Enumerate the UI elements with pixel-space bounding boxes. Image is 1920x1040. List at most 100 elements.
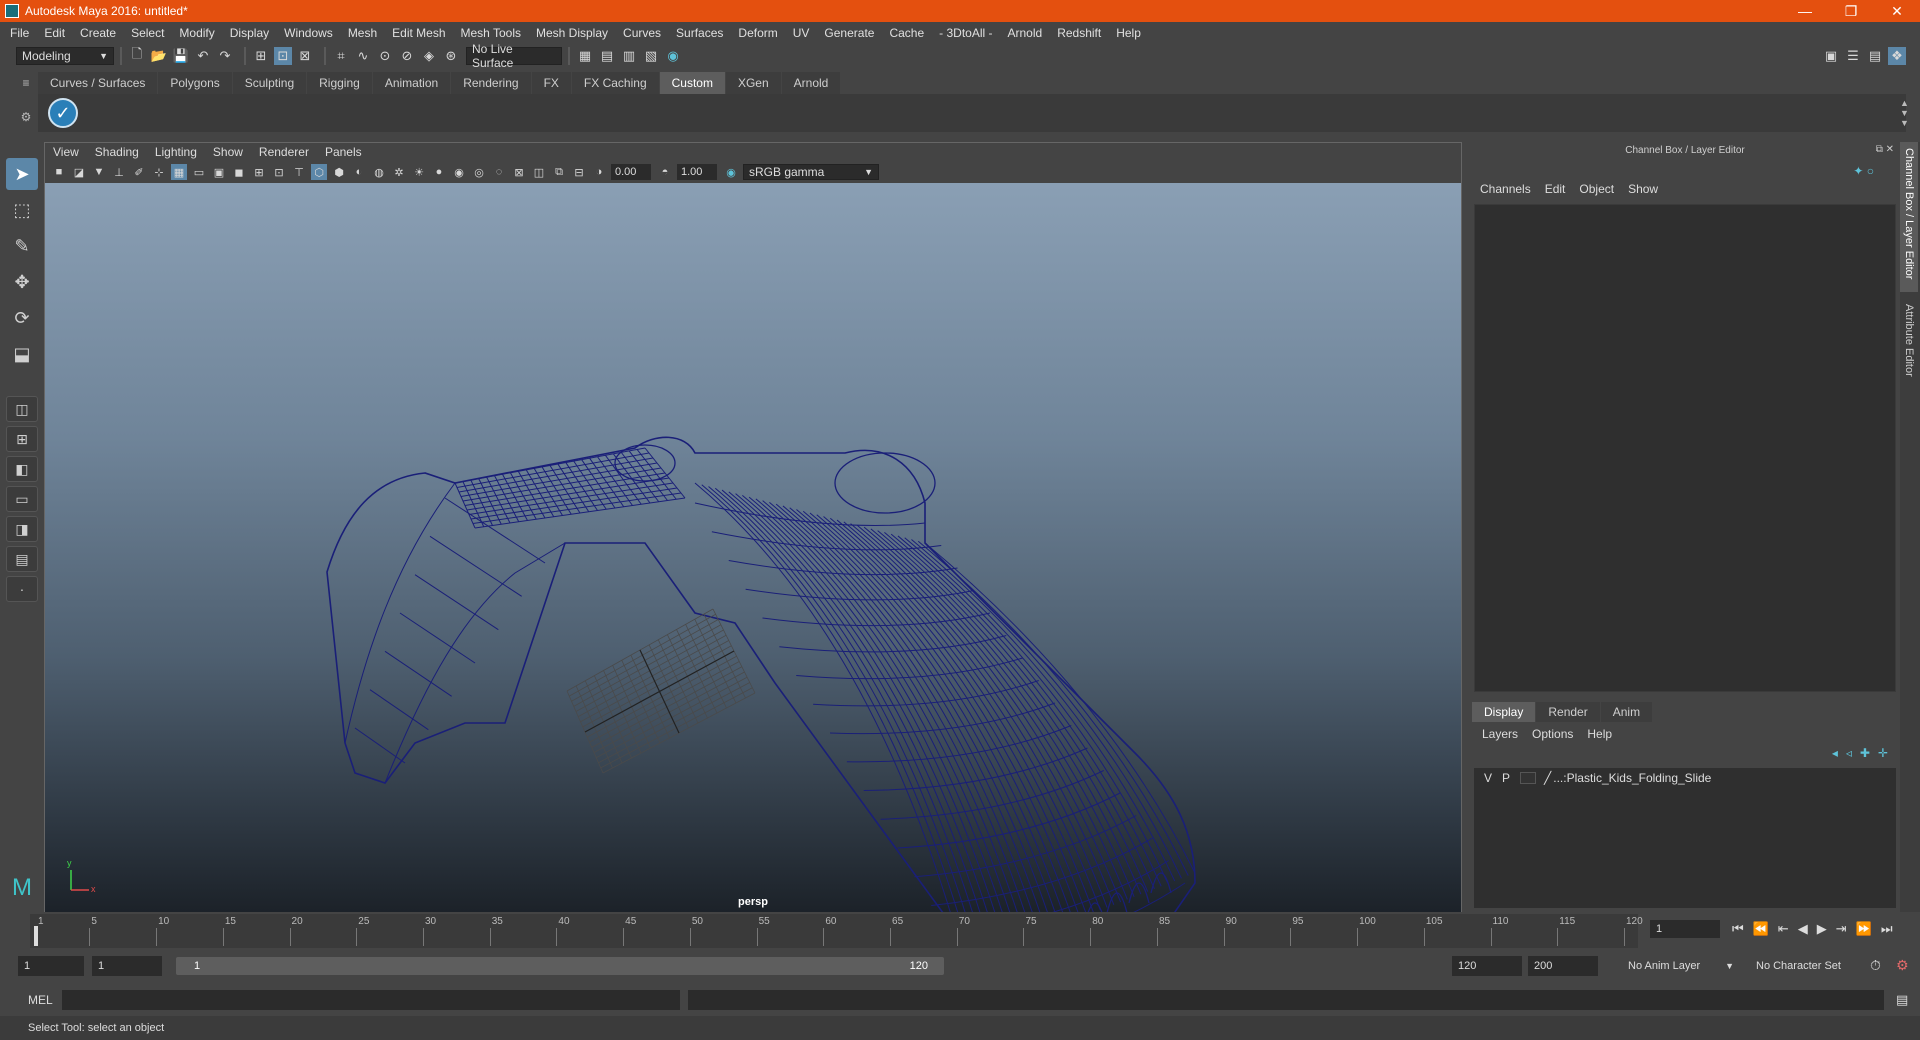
menu-cache[interactable]: Cache [889, 26, 924, 40]
go-to-start-icon[interactable]: ⏮ [1732, 921, 1744, 937]
color-space-dropdown[interactable]: sRGB gamma ▼ [743, 164, 879, 180]
menu-arnold[interactable]: Arnold [1008, 26, 1043, 40]
shelf-menu-icon[interactable]: ≡ [16, 76, 36, 90]
menu-select[interactable]: Select [131, 26, 164, 40]
anim-layer-dropdown[interactable]: No Anim Layer ▼ [1622, 956, 1738, 976]
wireframe-shading-icon[interactable]: ⬡ [311, 164, 327, 180]
live-surface-icon[interactable]: ⊛ [442, 47, 460, 65]
select-component-icon[interactable]: ⊠ [296, 47, 314, 65]
wireframe-on-shaded-icon[interactable]: ◐ [351, 164, 367, 180]
motion-blur-icon[interactable]: ◉ [451, 164, 467, 180]
shelf-tab-xgen[interactable]: XGen [725, 72, 781, 94]
menu-curves[interactable]: Curves [623, 26, 661, 40]
shelf-scroll-arrows[interactable]: ▲ ▼ ▼ [1900, 98, 1909, 128]
shelf-tab-rigging[interactable]: Rigging [307, 72, 372, 94]
render-view-icon[interactable]: ▧ [642, 47, 660, 65]
layer-tab-render[interactable]: Render [1536, 702, 1600, 722]
camera-attributes-icon[interactable]: ■ [51, 164, 67, 180]
le-menu-options[interactable]: Options [1532, 727, 1573, 741]
menu-mesh-tools[interactable]: Mesh Tools [461, 26, 521, 40]
color-management-icon[interactable]: ◉ [723, 164, 739, 180]
time-slider-track[interactable]: 1 5 10 15 20 25 30 35 40 45 50 55 60 65 70 75 80 85 90 95 10… [30, 914, 1643, 948]
mode-dropdown[interactable]: Modeling ▼ [16, 47, 114, 65]
tool-settings-toggle-icon[interactable]: ▤ [1866, 47, 1884, 65]
bookmark-icon[interactable]: ▼ [91, 164, 107, 180]
menu-mesh[interactable]: Mesh [348, 26, 377, 40]
move-tool-icon[interactable]: ✥ [6, 266, 38, 298]
range-slider[interactable]: 1 120 [176, 957, 944, 975]
isolate-select-icon[interactable]: ⊠ [511, 164, 527, 180]
menu-help[interactable]: Help [1116, 26, 1141, 40]
safe-title-icon[interactable]: ⊤ [291, 164, 307, 180]
cb-menu-edit[interactable]: Edit [1545, 182, 1566, 200]
select-hierarchy-icon[interactable]: ⊞ [252, 47, 270, 65]
smooth-shading-icon[interactable]: ⬢ [331, 164, 347, 180]
shadows-icon[interactable]: ☀ [411, 164, 427, 180]
save-scene-icon[interactable]: 💾 [172, 47, 190, 65]
film-gate-icon[interactable]: ▭ [191, 164, 207, 180]
new-layer-from-selection-icon[interactable]: ✛ [1878, 746, 1888, 760]
command-input[interactable] [62, 990, 680, 1010]
grid-toggle-icon[interactable]: ▦ [171, 164, 187, 180]
gamma-icon[interactable]: ◓ [657, 164, 673, 180]
layer-row[interactable]: V P ╱ ...:Plastic_Kids_Folding_Slide [1474, 768, 1896, 788]
shelf-settings-icon[interactable]: ⚙ [16, 110, 36, 124]
layer-name[interactable]: ...:Plastic_Kids_Folding_Slide [1553, 771, 1711, 785]
cb-menu-channels[interactable]: Channels [1480, 182, 1531, 200]
cb-menu-show[interactable]: Show [1628, 182, 1658, 200]
shelf-tab-fx-caching[interactable]: FX Caching [571, 72, 659, 94]
select-object-icon[interactable]: ⊡ [274, 47, 292, 65]
redo-icon[interactable]: ↷ [216, 47, 234, 65]
use-all-lights-icon[interactable]: ✲ [391, 164, 407, 180]
xray-components-icon[interactable]: ⊟ [571, 164, 587, 180]
lasso-tool-icon[interactable]: ⬚ [6, 194, 38, 226]
snap-surface-icon[interactable]: ◈ [420, 47, 438, 65]
select-tool-icon[interactable]: ➤ [6, 158, 38, 190]
snap-point-icon[interactable]: ⊙ [376, 47, 394, 65]
menu-3dtoall[interactable]: - 3DtoAll - [939, 26, 992, 40]
le-menu-layers[interactable]: Layers [1482, 727, 1518, 741]
current-time-indicator[interactable] [34, 926, 38, 946]
cmd-language-label[interactable]: MEL [28, 993, 53, 1007]
layer-tab-anim[interactable]: Anim [1600, 702, 1653, 722]
script-editor-icon[interactable]: ▤ [1896, 992, 1908, 1008]
menu-windows[interactable]: Windows [284, 26, 333, 40]
snap-view-icon[interactable]: ⊘ [398, 47, 416, 65]
shelf-tab-arnold[interactable]: Arnold [781, 72, 841, 94]
animation-end-field[interactable]: 200 [1528, 956, 1598, 976]
step-forward-frame-icon[interactable]: ⏩ [1856, 921, 1872, 937]
shelf-tab-rendering[interactable]: Rendering [451, 72, 531, 94]
single-perspective-layout-icon[interactable]: ◫ [6, 396, 38, 422]
xray-joints-icon[interactable]: ⧉ [551, 164, 567, 180]
layer-color-swatch[interactable] [1520, 772, 1537, 784]
menu-redshift[interactable]: Redshift [1057, 26, 1101, 40]
camera-select-icon[interactable]: ◪ [71, 164, 87, 180]
safe-action-icon[interactable]: ⊡ [271, 164, 287, 180]
maximize-button[interactable]: ❐ [1828, 3, 1874, 20]
shelf-tab-sculpting[interactable]: Sculpting [232, 72, 307, 94]
open-scene-icon[interactable]: 📂 [150, 47, 168, 65]
2d-pan-zoom-icon[interactable]: ⊹ [151, 164, 167, 180]
xray-icon[interactable]: ◫ [531, 164, 547, 180]
multisample-aa-icon[interactable]: ◎ [471, 164, 487, 180]
animation-prefs-icon[interactable]: ⚙ [1896, 957, 1909, 974]
step-forward-key-icon[interactable]: ⇥ [1836, 921, 1847, 937]
menu-generate[interactable]: Generate [824, 26, 874, 40]
menu-edit-mesh[interactable]: Edit Mesh [392, 26, 445, 40]
vp-menu-lighting[interactable]: Lighting [155, 145, 197, 159]
vp-menu-show[interactable]: Show [213, 145, 243, 159]
shelf-tab-fx[interactable]: FX [531, 72, 571, 94]
exposure-field[interactable]: 0.00 [611, 164, 651, 180]
exposure-icon[interactable]: ◑ [591, 164, 607, 180]
persp-graph-layout-icon[interactable]: ▭ [6, 486, 38, 512]
animation-start-field[interactable]: 1 [92, 956, 162, 976]
shelf-tab-curves-surfaces[interactable]: Curves / Surfaces [38, 72, 158, 94]
perspective-viewport[interactable]: y x persp [45, 183, 1461, 912]
image-plane-icon[interactable]: ⊥ [111, 164, 127, 180]
modeling-toolkit-icon[interactable]: ▣ [1822, 47, 1840, 65]
four-view-layout-icon[interactable]: ⊞ [6, 426, 38, 452]
screen-space-ao-icon[interactable]: ● [431, 164, 447, 180]
shelf-tab-animation[interactable]: Animation [372, 72, 451, 94]
move-layer-down-icon[interactable]: ◃ [1846, 746, 1852, 760]
auto-key-icon[interactable]: ⏱ [1870, 957, 1881, 974]
